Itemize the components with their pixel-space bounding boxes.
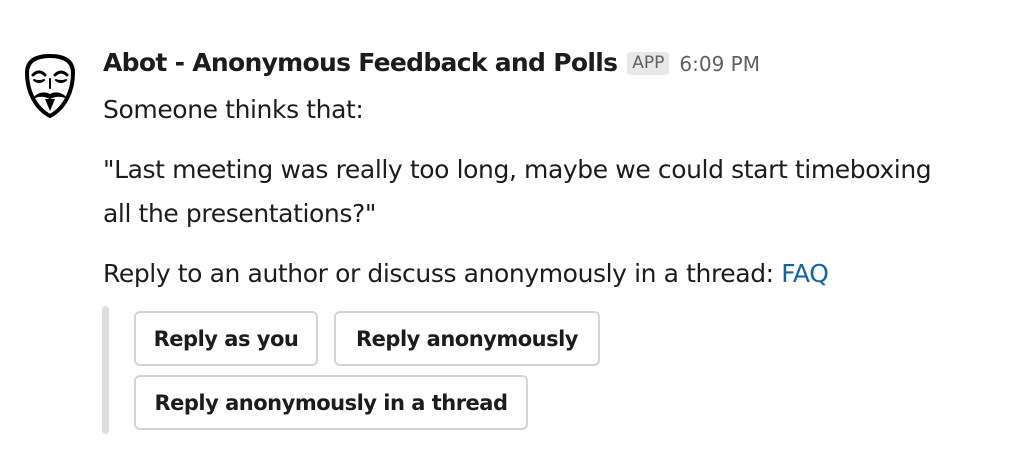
reply-prompt: Reply to an author or discuss anonymousl… — [103, 252, 1003, 296]
app-badge: APP — [627, 52, 670, 75]
sender-name[interactable]: Abot - Anonymous Feedback and Polls — [103, 48, 618, 77]
message-intro: Someone thinks that: — [103, 95, 364, 124]
feedback-quote-line: all the presentations?" — [103, 199, 376, 228]
reply-prompt-text: Reply to an author or discuss anonymousl… — [103, 259, 782, 288]
reply-as-you-button[interactable]: Reply as you — [134, 311, 318, 366]
action-attachment: Reply as you Reply anonymously Reply ano… — [102, 306, 622, 434]
feedback-quote: "Last meeting was really too long, maybe… — [103, 148, 1003, 236]
anonymous-mask-icon — [25, 54, 75, 118]
message-header: Abot - Anonymous Feedback and Polls APP … — [103, 48, 1003, 88]
faq-link[interactable]: FAQ — [781, 259, 829, 288]
feedback-quote-line: "Last meeting was really too long, maybe… — [103, 155, 932, 184]
reply-anonymously-in-thread-button[interactable]: Reply anonymously in a thread — [134, 375, 528, 430]
bot-avatar[interactable] — [23, 53, 77, 119]
message-body: Abot - Anonymous Feedback and Polls APP … — [103, 48, 1003, 296]
message-timestamp[interactable]: 6:09 PM — [679, 52, 760, 76]
attachment-bar — [102, 306, 109, 434]
reply-anonymously-button[interactable]: Reply anonymously — [334, 311, 600, 366]
